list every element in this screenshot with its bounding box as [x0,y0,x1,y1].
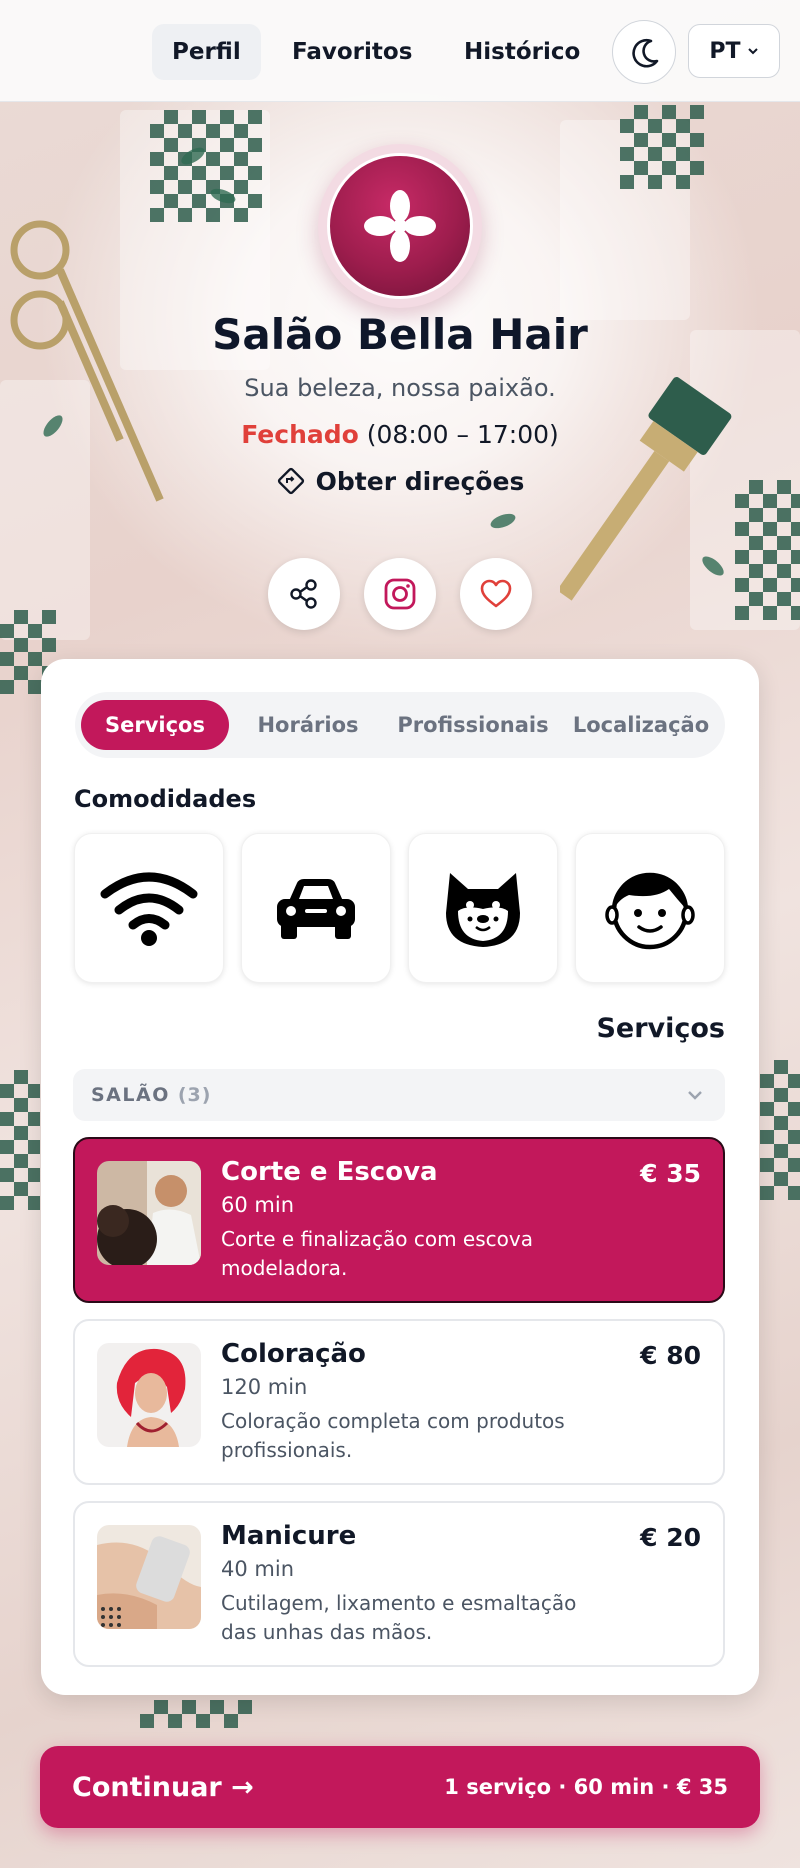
service-price: € 20 [640,1523,701,1552]
salon-tagline: Sua beleza, nossa paixão. [244,374,556,402]
service-photo [97,1343,201,1447]
tab-localizacao[interactable]: Localização [563,700,719,750]
chevron-down-icon [688,1091,702,1100]
service-photo [97,1525,201,1629]
tab-servicos[interactable]: Serviços [81,700,229,750]
chevron-down-icon [747,48,758,55]
heart-icon [480,579,512,608]
service-description: Cutilagem, lixamento e esmaltação das un… [221,1591,577,1644]
hours-range: (08:00 – 17:00) [366,420,559,449]
service-group-header[interactable]: SALÃO (3) [73,1069,725,1121]
continue-label: Continuar → [72,1771,254,1803]
service-item[interactable]: Coloração 120 min Coloração completa com… [73,1319,725,1485]
service-name: Coloração [221,1339,366,1369]
service-description: Corte e finalização com escova modelador… [221,1227,533,1280]
group-count: (3) [177,1084,212,1106]
car-icon [277,879,355,939]
tab-horarios[interactable]: Horários [235,700,381,750]
service-duration: 40 min [221,1557,294,1581]
directions-link[interactable]: Obter direções [0,466,800,496]
instagram-button[interactable] [364,558,436,630]
language-label: PT [709,38,741,64]
opening-hours: Fechado (08:00 – 17:00) [0,420,800,449]
directions-icon [277,467,304,495]
moon-icon [632,38,659,68]
share-button[interactable] [268,558,340,630]
section-tabs: Serviços Horários Profissionais Localiza… [75,692,725,758]
services-card: Serviços Horários Profissionais Localiza… [41,659,759,1695]
instagram-icon [384,578,416,610]
tab-perfil[interactable]: Perfil [152,24,261,80]
service-price: € 35 [640,1159,701,1188]
amenities-heading: Comodidades [74,785,257,813]
salon-logo [318,144,482,308]
continue-button[interactable]: Continuar → 1 serviço · 60 min · € 35 [40,1746,760,1828]
service-photo [97,1161,201,1265]
top-navigation: Perfil Favoritos Histórico PT [0,0,800,102]
salon-name: Salão Bella Hair [212,310,588,359]
service-name: Manicure [221,1521,357,1551]
tab-favoritos[interactable]: Favoritos [272,24,432,80]
favorite-button[interactable] [460,558,532,630]
service-item[interactable]: Corte e Escova 60 min Corte e finalizaçã… [73,1137,725,1303]
booking-summary: 1 serviço · 60 min · € 35 [444,1775,728,1799]
service-duration: 60 min [221,1193,294,1217]
directions-label: Obter direções [315,466,525,496]
wifi-icon [100,872,198,946]
service-item[interactable]: Manicure 40 min Cutilagem, lixamento e e… [73,1501,725,1667]
dog-icon [446,873,520,947]
service-price: € 80 [640,1341,701,1370]
status-badge: Fechado [241,420,359,449]
share-icon [290,579,317,609]
group-label: SALÃO [91,1084,170,1106]
amenity-wifi [74,833,224,983]
language-select[interactable]: PT [688,24,780,78]
service-description: Coloração completa com produtos profissi… [221,1409,565,1462]
amenity-pets [408,833,558,983]
services-heading: Serviços [596,1013,725,1044]
service-name: Corte e Escova [221,1157,438,1187]
amenity-parking [241,833,391,983]
child-icon [605,872,695,950]
service-duration: 120 min [221,1375,308,1399]
flower-icon [364,190,436,262]
theme-toggle-button[interactable] [612,20,676,84]
tab-profissionais[interactable]: Profissionais [387,700,559,750]
amenity-kids [575,833,725,983]
tab-historico[interactable]: Histórico [444,24,600,80]
